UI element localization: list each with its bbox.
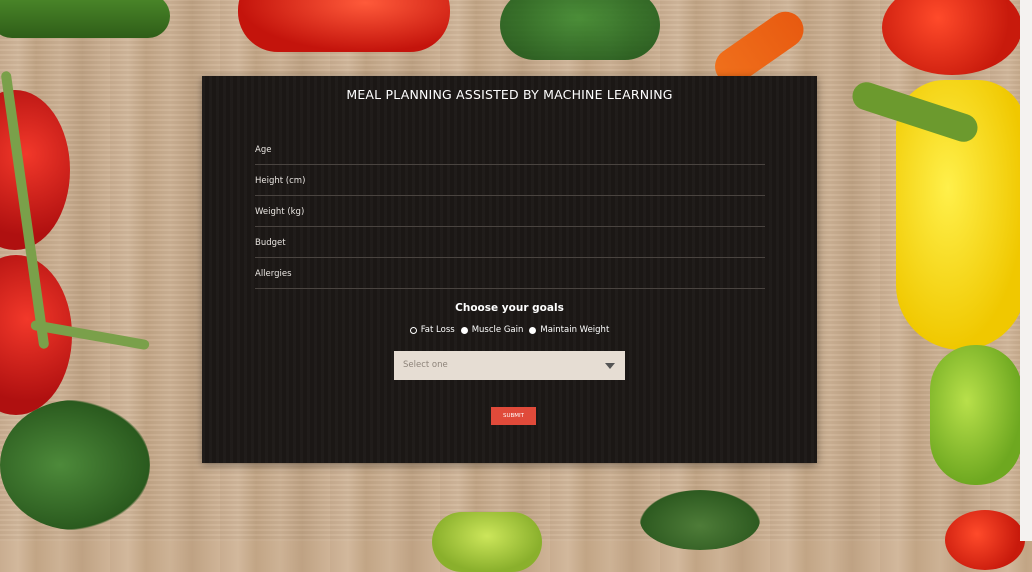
- plan-select-dropdown[interactable]: Select one: [394, 351, 625, 380]
- caret-down-icon[interactable]: [605, 363, 615, 369]
- age-field[interactable]: Age: [255, 140, 765, 165]
- budget-field[interactable]: Budget: [255, 233, 765, 258]
- rosemary-image: [640, 490, 760, 550]
- select-placeholder: Select one: [403, 360, 448, 370]
- green-pepper-image: [930, 345, 1022, 485]
- green-pepper-image: [432, 512, 542, 572]
- radio-maintain-weight[interactable]: Maintain Weight: [529, 325, 609, 335]
- parsley-image: [500, 0, 660, 60]
- radio-selected-icon[interactable]: [409, 326, 417, 334]
- radio-muscle-gain-label: Muscle Gain: [471, 325, 524, 335]
- weight-input[interactable]: [255, 202, 765, 226]
- allergies-input[interactable]: [255, 264, 765, 288]
- radio-fat-loss-label: Fat Loss: [420, 325, 455, 335]
- weight-field[interactable]: Weight (kg): [255, 202, 765, 227]
- goals-radio-group: Fat Loss Muscle Gain Maintain Weight: [202, 325, 817, 335]
- goals-heading: Choose your goals: [455, 302, 564, 314]
- red-pepper-image: [238, 0, 450, 52]
- height-input[interactable]: [255, 171, 765, 195]
- page-title: MEAL PLANNING ASSISTED BY MACHINE LEARNI…: [346, 87, 673, 102]
- budget-input[interactable]: [255, 233, 765, 257]
- thyme-image: [0, 400, 150, 530]
- radio-muscle-gain[interactable]: Muscle Gain: [460, 325, 524, 335]
- radio-maintain-weight-label: Maintain Weight: [540, 325, 610, 335]
- meal-form-panel: MEAL PLANNING ASSISTED BY MACHINE LEARNI…: [202, 76, 817, 463]
- allergies-field[interactable]: Allergies: [255, 264, 765, 289]
- cucumber-image: [0, 0, 170, 38]
- height-field[interactable]: Height (cm): [255, 171, 765, 196]
- submit-button[interactable]: SUBMIT: [491, 407, 536, 425]
- tomato-image: [945, 510, 1025, 570]
- radio-fat-loss[interactable]: Fat Loss: [409, 325, 455, 335]
- age-input[interactable]: [255, 140, 765, 164]
- radio-unselected-icon[interactable]: [460, 326, 468, 334]
- page-edge: [1020, 0, 1032, 541]
- radio-unselected-icon[interactable]: [529, 326, 537, 334]
